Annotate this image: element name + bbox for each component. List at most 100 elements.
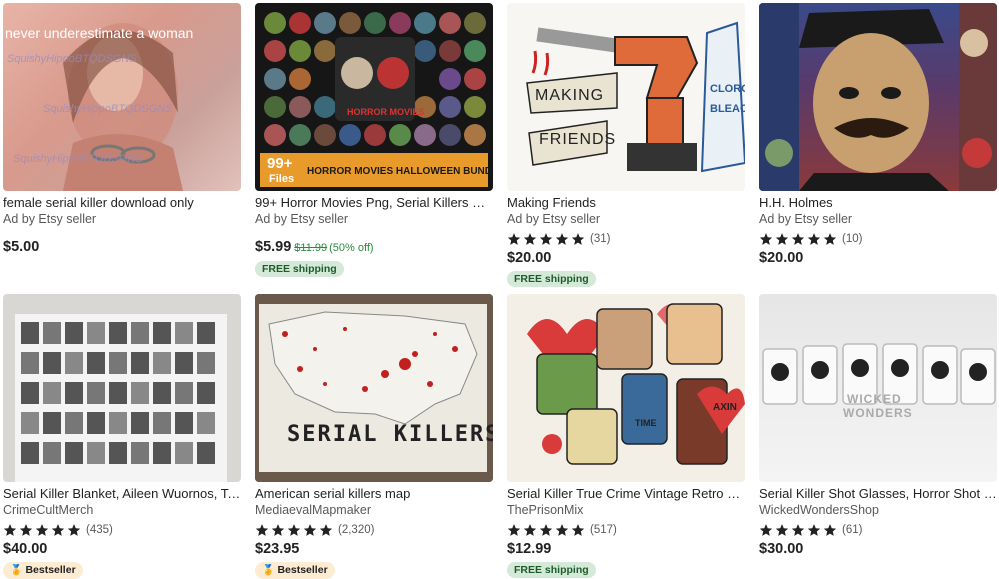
- image-poster-title: SERIAL KILLERS: [287, 422, 493, 447]
- rating-stars: (31): [507, 232, 745, 246]
- review-count: (61): [842, 524, 863, 536]
- star-icon: [775, 233, 789, 245]
- us-map-poster: [255, 294, 493, 482]
- star-icon: [507, 524, 521, 536]
- image-count: 99+: [267, 155, 293, 172]
- listing-image[interactable]: TIME AXIN: [507, 294, 745, 482]
- listing-price: $12.99: [507, 541, 552, 557]
- listing-image[interactable]: MAKING FRIENDS CLOROX BLEACH: [507, 3, 745, 191]
- portrait-painting: [759, 3, 997, 191]
- listing-card[interactable]: Serial Killer Blanket, Aileen Wuornos, T…: [3, 294, 241, 579]
- star-icon: [507, 233, 521, 245]
- listing-title[interactable]: female serial killer download only: [3, 195, 241, 211]
- listing-price: $20.00: [507, 250, 552, 266]
- star-icon: [791, 233, 805, 245]
- star-icon: [271, 524, 285, 536]
- free-shipping-badge: FREE shipping: [507, 271, 596, 287]
- image-logo-text: HORROR MOVIES: [347, 107, 425, 117]
- star-icon: [19, 524, 33, 536]
- star-icon: [807, 524, 821, 536]
- watermark-wicked: WICKED: [847, 392, 902, 406]
- listing-title[interactable]: American serial killers map: [255, 486, 493, 502]
- image-word-friends: FRIENDS: [539, 131, 617, 148]
- bestseller-medal-icon: 🏅: [10, 565, 23, 576]
- star-icon: [35, 524, 49, 536]
- listing-title[interactable]: H.H. Holmes: [759, 195, 997, 211]
- image-word-axin: AXIN: [713, 402, 737, 413]
- discount-percent: (50% off): [329, 242, 374, 254]
- star-icon: [67, 524, 81, 536]
- rating-stars: (517): [507, 523, 745, 537]
- listing-card[interactable]: TIME AXIN Serial Killer True Crime Vinta…: [507, 294, 745, 578]
- listing-card[interactable]: SERIAL KILLERS American serial killers m…: [255, 294, 493, 579]
- sale-price: $5.99: [255, 239, 292, 255]
- image-files-label: Files: [269, 173, 295, 185]
- listing-card[interactable]: HORROR MOVIES 99+ Files HORROR MOVIES HA…: [255, 3, 493, 277]
- listing-price: $5.99 $11.99 (50% off): [255, 239, 493, 257]
- star-icon: [523, 233, 537, 245]
- listing-seller: Ad by Etsy seller: [3, 212, 97, 226]
- image-brand-clorox: CLOROX: [710, 83, 745, 95]
- listing-seller: Ad by Etsy seller: [759, 212, 853, 226]
- image-watermark: SquishyHippoBTQDSGNS: [43, 103, 173, 115]
- rating-stars: (61): [759, 523, 997, 537]
- listing-grid: never underestimate a woman SquishyHippo…: [0, 0, 999, 579]
- star-icon: [3, 524, 17, 536]
- listing-seller[interactable]: WickedWondersShop: [759, 503, 997, 518]
- listing-title[interactable]: Serial Killer True Crime Vintage Retro V…: [507, 486, 745, 502]
- listing-seller[interactable]: ThePrisonMix: [507, 503, 745, 518]
- bestseller-label: Bestseller: [277, 564, 328, 576]
- bestseller-label: Bestseller: [25, 564, 76, 576]
- star-icon: [571, 524, 585, 536]
- review-count: (435): [86, 524, 113, 536]
- listing-seller[interactable]: CrimeCultMerch: [3, 503, 241, 518]
- listing-image[interactable]: WICKED WONDERS: [759, 294, 997, 482]
- rating-stars: (435): [3, 523, 241, 537]
- bestseller-medal-icon: 🏅: [262, 565, 275, 576]
- star-icon: [51, 524, 65, 536]
- review-count: (517): [590, 524, 617, 536]
- image-brand-bleach: BLEACH: [710, 103, 745, 115]
- watermark-wonders: WONDERS: [843, 406, 913, 420]
- bestseller-badge: 🏅 Bestseller: [255, 562, 335, 579]
- image-word-making: MAKING: [535, 87, 605, 104]
- valentine-collage: [527, 303, 745, 465]
- review-count: (2,320): [338, 524, 375, 536]
- star-icon: [571, 233, 585, 245]
- listing-title[interactable]: Making Friends: [507, 195, 745, 211]
- rating-stars: (2,320): [255, 523, 493, 537]
- star-icon: [759, 524, 773, 536]
- star-icon: [775, 524, 789, 536]
- listing-price: $40.00: [3, 541, 48, 557]
- listing-price: $23.95: [255, 541, 300, 557]
- star-icon: [539, 233, 553, 245]
- listing-title[interactable]: 99+ Horror Movies Png, Serial Killers Pn…: [255, 195, 493, 211]
- star-icon: [759, 233, 773, 245]
- listing-card[interactable]: never underestimate a woman SquishyHippo…: [3, 3, 241, 256]
- star-icon: [555, 524, 569, 536]
- listing-card[interactable]: H.H. Holmes Ad by Etsy seller (10) $20.0…: [759, 3, 997, 267]
- listing-title[interactable]: Serial Killer Blanket, Aileen Wuornos, T…: [3, 486, 241, 502]
- free-shipping-badge: FREE shipping: [255, 261, 344, 277]
- star-icon: [523, 524, 537, 536]
- image-banner: HORROR MOVIES HALLOWEEN BUNDLE PNG: [307, 166, 493, 177]
- shot-glasses: [762, 343, 996, 405]
- listing-title[interactable]: Serial Killer Shot Glasses, Horror Shot …: [759, 486, 997, 502]
- listing-image[interactable]: SERIAL KILLERS: [255, 294, 493, 482]
- image-headline: never underestimate a woman: [5, 25, 194, 41]
- listing-card[interactable]: WICKED WONDERS Serial Killer Shot Glasse…: [759, 294, 997, 558]
- image-word-time: TIME: [635, 418, 657, 428]
- star-icon: [255, 524, 269, 536]
- listing-image[interactable]: [759, 3, 997, 191]
- listing-price: $30.00: [759, 541, 804, 557]
- star-icon: [555, 233, 569, 245]
- listing-card[interactable]: MAKING FRIENDS CLOROX BLEACH Making Frie…: [507, 3, 745, 287]
- listing-image[interactable]: HORROR MOVIES 99+ Files HORROR MOVIES HA…: [255, 3, 493, 191]
- listing-price: $5.00: [3, 239, 40, 255]
- listing-image[interactable]: never underestimate a woman SquishyHippo…: [3, 3, 241, 191]
- listing-seller[interactable]: MediaevalMapmaker: [255, 503, 493, 518]
- listing-price: $20.00: [759, 250, 804, 266]
- listing-image[interactable]: [3, 294, 241, 482]
- star-icon: [539, 524, 553, 536]
- review-count: (10): [842, 233, 863, 245]
